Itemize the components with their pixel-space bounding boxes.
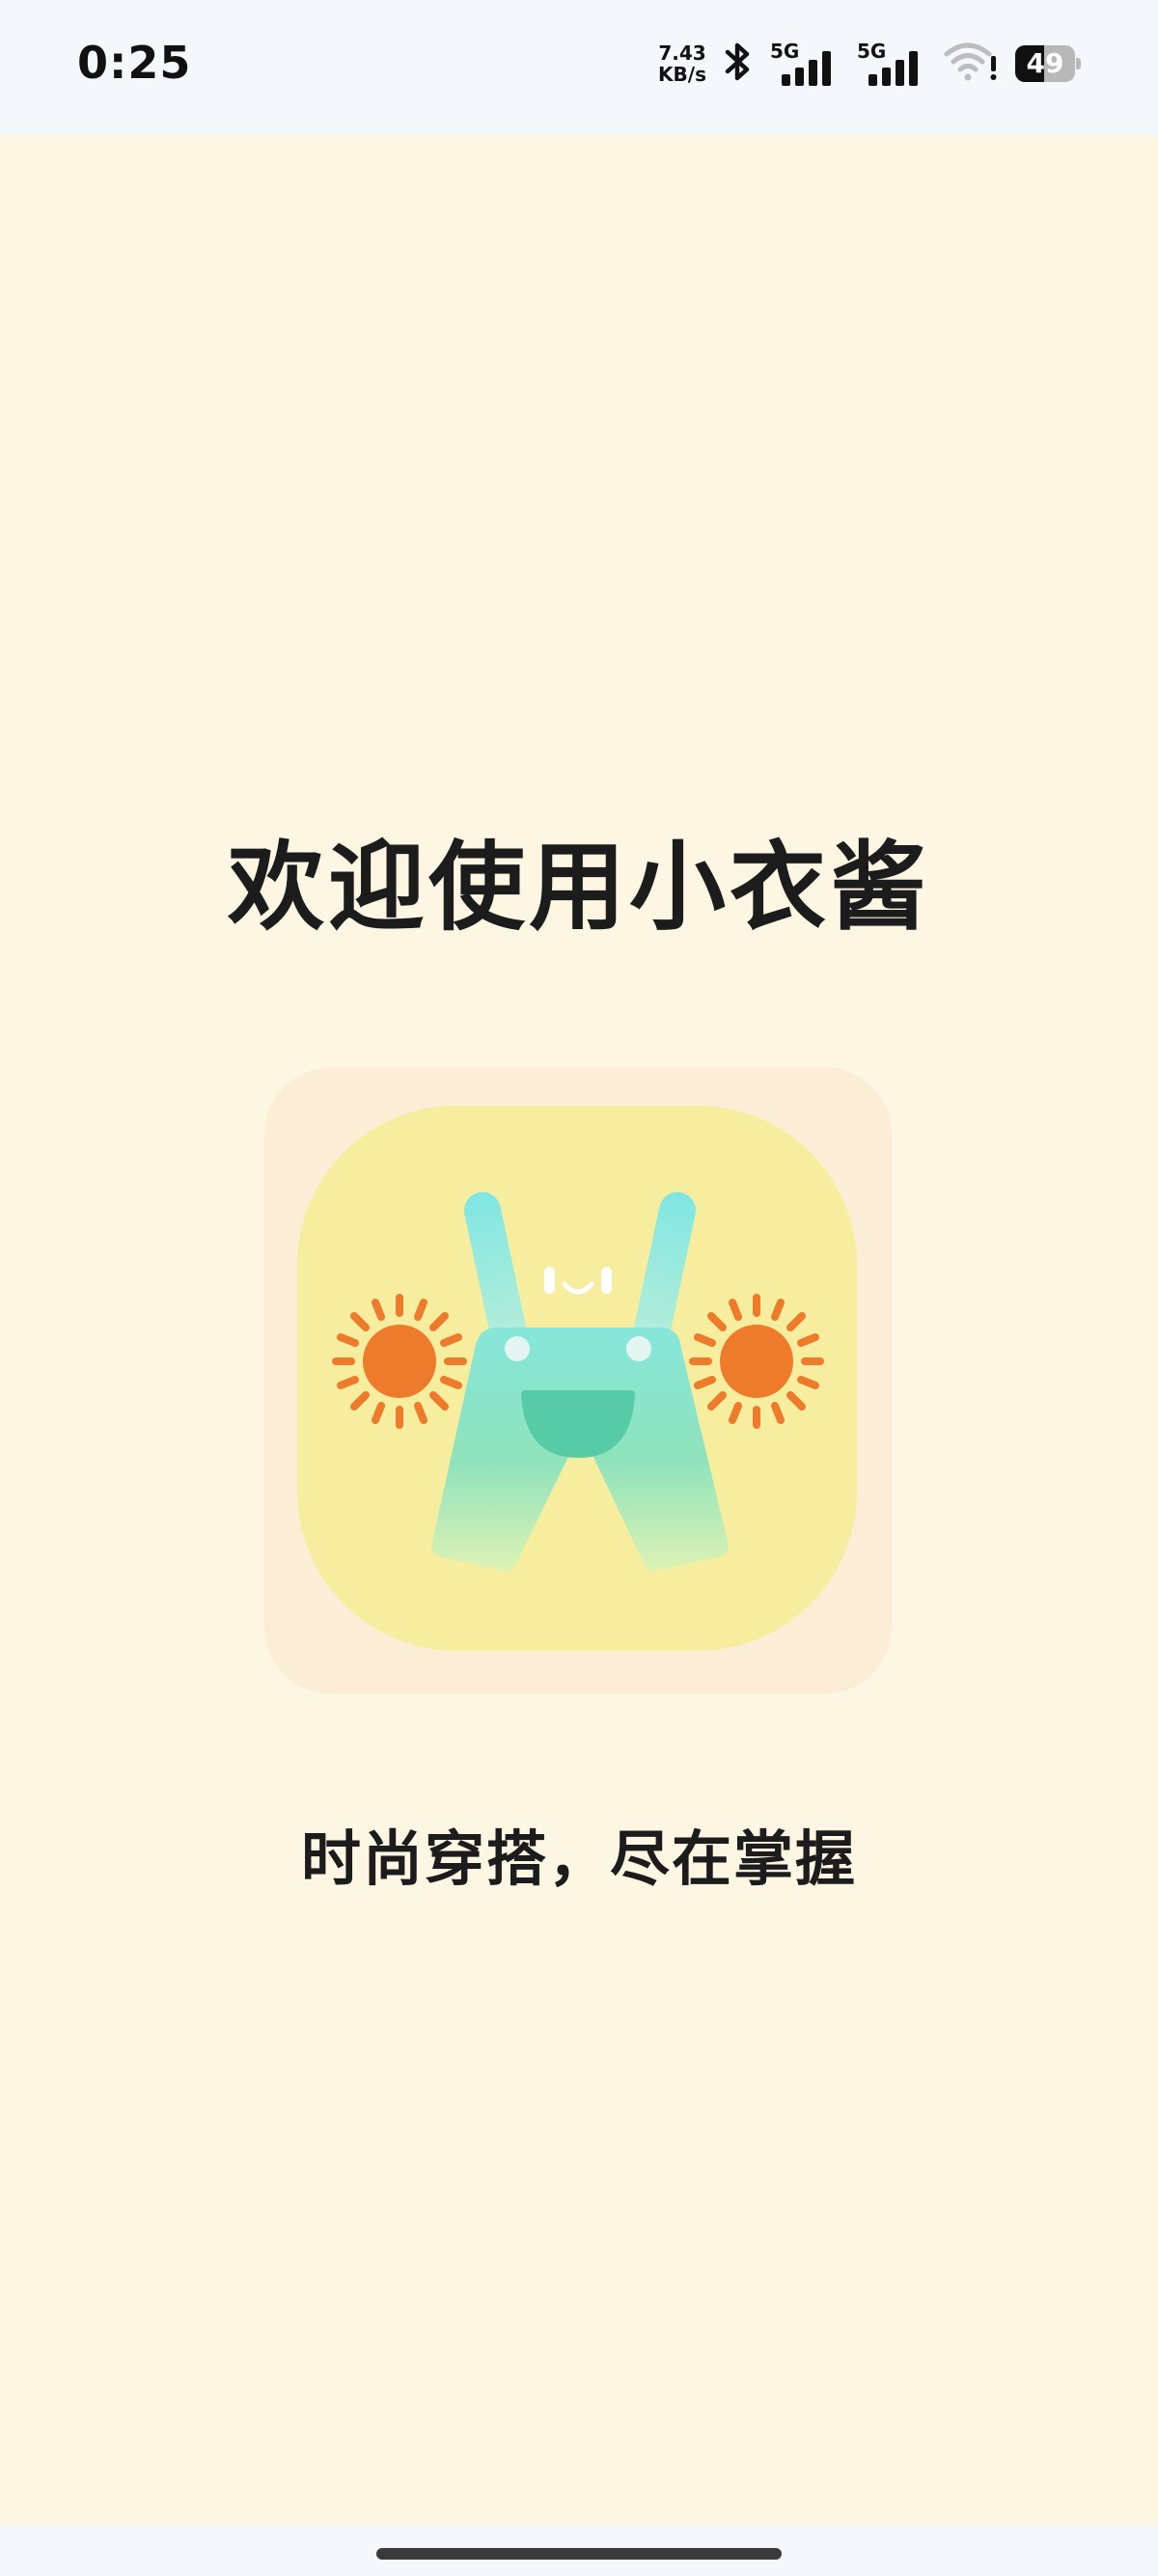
status-time: 0:25 xyxy=(77,37,192,89)
right-sun xyxy=(689,1294,824,1429)
navigation-bar xyxy=(0,2525,1158,2576)
signal-icon xyxy=(782,51,831,86)
network-speed: 7.43 KB/s xyxy=(658,42,706,85)
left-eye xyxy=(544,1267,555,1294)
sim1-signal: 5G xyxy=(770,40,841,88)
app-logo xyxy=(264,1067,892,1694)
home-indicator[interactable] xyxy=(376,2548,782,2560)
network-speed-value: 7.43 xyxy=(658,41,706,65)
wifi-warning-icon xyxy=(944,41,1000,87)
left-button xyxy=(505,1336,530,1361)
status-icons: 7.43 KB/s 5G 5G 49 xyxy=(658,37,1081,91)
welcome-title: 欢迎使用小衣酱 xyxy=(228,831,930,944)
sim2-signal: 5G xyxy=(857,40,928,88)
right-eye xyxy=(601,1267,612,1294)
right-button xyxy=(626,1336,651,1361)
battery-icon: 49 xyxy=(1015,45,1081,82)
signal-icon xyxy=(868,51,918,86)
status-bar: 0:25 7.43 KB/s 5G 5G 49 xyxy=(0,0,1158,135)
network-speed-unit: KB/s xyxy=(658,63,706,86)
battery-level: 49 xyxy=(1026,47,1064,79)
bluetooth-icon xyxy=(722,41,755,87)
left-sun xyxy=(332,1294,467,1429)
slogan: 时尚穿搭，尽在掌握 xyxy=(300,1823,857,1894)
